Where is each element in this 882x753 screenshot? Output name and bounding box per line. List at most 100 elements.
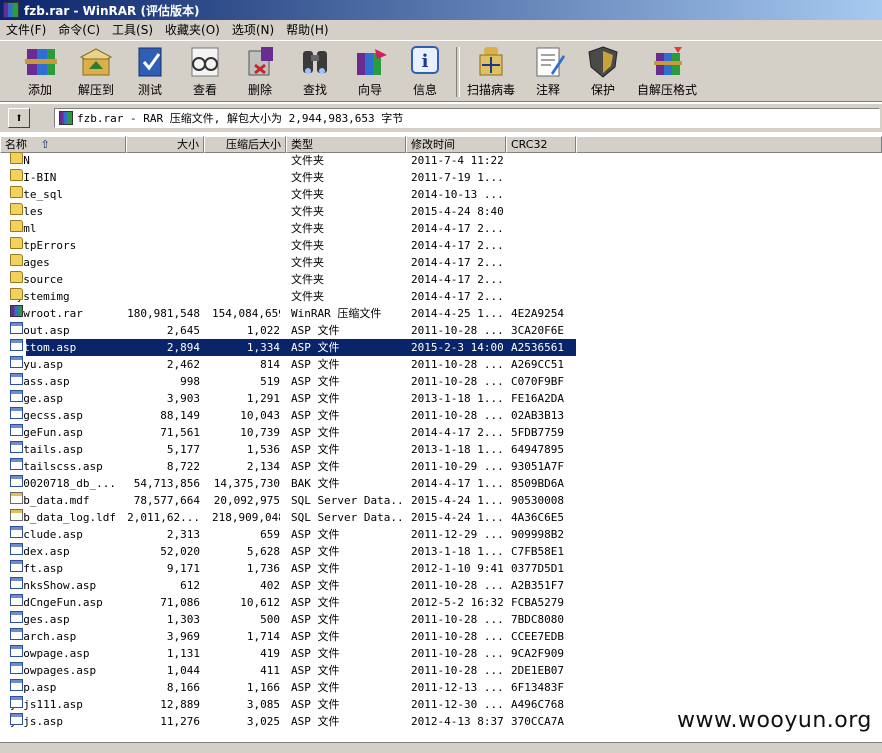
file-modified: 2011-10-28 ... bbox=[411, 613, 504, 626]
rar-file-icon bbox=[10, 305, 23, 317]
file-row[interactable]: about.asp 2,645 1,022 ASP 文件 2011-10-28 ... 3… bbox=[0, 322, 882, 339]
file-modified: 2014-4-17 2... bbox=[411, 239, 504, 252]
file-row[interactable]: Showpages.asp 1,044 411 ASP 文件 2011-10-28 ..… bbox=[0, 662, 882, 679]
file-row[interactable]: top.asp 8,166 1,166 ASP 文件 2011-12-13 ... 6F1… bbox=[0, 679, 882, 696]
file-row[interactable]: Files 文件夹 2015-4-24 8:40 bbox=[0, 203, 882, 220]
file-row[interactable]: ds0020718_db_... 54,713,856 14,375,730 BAK … bbox=[0, 475, 882, 492]
file-name: Detailscss.asp bbox=[10, 460, 103, 473]
file-row[interactable]: images 文件夹 2014-4-17 2... bbox=[0, 254, 882, 271]
file-row[interactable]: bottom.asp 2,894 1,334 ASP 文件 2015-2-3 14:00… bbox=[0, 339, 882, 356]
file-row[interactable]: index.asp 52,020 5,628 ASP 文件 2013-1-18 1...… bbox=[0, 543, 882, 560]
delete-button[interactable]: 删除 bbox=[232, 45, 288, 101]
sfx-button[interactable]: 自解压格式 bbox=[632, 45, 702, 101]
file-type: 文件夹 bbox=[291, 171, 324, 184]
menu-commands[interactable]: 命令(C) bbox=[52, 20, 106, 40]
file-row[interactable]: boyu.asp 2,462 814 ASP 文件 2011-10-28 ... A269… bbox=[0, 356, 882, 373]
test-button[interactable]: 测试 bbox=[122, 45, 178, 101]
file-size: 3,969 bbox=[166, 630, 200, 643]
info-button[interactable]: i 信息 bbox=[397, 45, 453, 101]
up-folder-button[interactable]: ⬆ bbox=[8, 108, 30, 128]
file-list-header: 名称 ⇧ 大小 压缩后大小 类型 修改时间 CRC32 bbox=[0, 136, 882, 153]
file-type: ASP 文件 bbox=[291, 579, 340, 592]
file-row[interactable]: linksShow.asp 612 402 ASP 文件 2011-10-28 ... A… bbox=[0, 577, 882, 594]
file-modified: 2014-4-25 1... bbox=[411, 307, 504, 320]
title-bar[interactable]: fzb.rar - WinRAR (评估版本) bbox=[0, 0, 882, 20]
file-row[interactable]: Detailscss.asp 8,722 2,134 ASP 文件 2011-10-29… bbox=[0, 458, 882, 475]
file-row[interactable]: oldCngeFun.asp 71,086 10,612 ASP 文件 2012-5-2… bbox=[0, 594, 882, 611]
file-row[interactable]: CngeFun.asp 71,561 10,739 ASP 文件 2014-4-17 2… bbox=[0, 424, 882, 441]
menu-favorites[interactable]: 收藏夹(O) bbox=[159, 20, 226, 40]
info-icon: i bbox=[406, 45, 444, 79]
extract-to-button[interactable]: 解压到 bbox=[68, 45, 124, 101]
menu-file[interactable]: 文件(F) bbox=[0, 20, 52, 40]
file-row[interactable]: include.asp 2,313 659 ASP 文件 2011-12-29 ... 9… bbox=[0, 526, 882, 543]
folder-icon bbox=[10, 169, 23, 181]
file-crc32: 2DE1EB07 bbox=[511, 664, 564, 677]
file-row[interactable]: wwwroot.rar 180,981,548 154,084,659 WinRAR … bbox=[0, 305, 882, 322]
file-packed-size: 1,736 bbox=[246, 562, 280, 575]
file-row[interactable]: date_sql 文件夹 2014-10-13 ... bbox=[0, 186, 882, 203]
protect-button[interactable]: 保护 bbox=[575, 45, 631, 101]
file-type: ASP 文件 bbox=[291, 613, 340, 626]
file-modified: 2013-1-18 1... bbox=[411, 443, 504, 456]
file-row[interactable]: html 文件夹 2014-4-17 2... bbox=[0, 220, 882, 237]
file-packed-size: 3,085 bbox=[246, 698, 280, 711]
file-type: ASP 文件 bbox=[291, 528, 340, 541]
virus-scan-button[interactable]: 扫描病毒 bbox=[462, 45, 520, 101]
file-row[interactable]: left.asp 9,171 1,736 ASP 文件 2012-1-10 9:41 03… bbox=[0, 560, 882, 577]
file-type: ASP 文件 bbox=[291, 681, 340, 694]
find-button[interactable]: 查找 bbox=[287, 45, 343, 101]
column-header-modified[interactable]: 修改时间 bbox=[406, 136, 506, 153]
wizard-button[interactable]: 向导 bbox=[342, 45, 398, 101]
comment-button[interactable]: 注释 bbox=[520, 45, 576, 101]
menu-tools[interactable]: 工具(S) bbox=[106, 20, 159, 40]
file-name-cell: details.asp bbox=[10, 441, 124, 458]
file-packed-size: 1,166 bbox=[246, 681, 280, 694]
file-row[interactable]: fzb_data_log.ldf 2,011,62... 218,909,048 SQ… bbox=[0, 509, 882, 526]
asp-file-icon bbox=[10, 373, 23, 385]
file-row[interactable]: cngecss.asp 88,149 10,043 ASP 文件 2011-10-28 … bbox=[0, 407, 882, 424]
file-row[interactable]: Pages.asp 1,303 500 ASP 文件 2011-10-28 ... 7BD… bbox=[0, 611, 882, 628]
menu-help[interactable]: 帮助(H) bbox=[280, 20, 334, 40]
file-name-cell: index.asp bbox=[10, 543, 124, 560]
test-icon bbox=[131, 45, 169, 79]
column-header-packed[interactable]: 压缩后大小 bbox=[204, 136, 286, 153]
view-icon bbox=[186, 45, 224, 79]
file-row[interactable]: CGI-BIN 文件夹 2011-7-19 1... bbox=[0, 169, 882, 186]
file-row[interactable]: details.asp 5,177 1,536 ASP 文件 2013-1-18 1..… bbox=[0, 441, 882, 458]
column-header-name[interactable]: 名称 ⇧ bbox=[0, 136, 126, 153]
folder-icon bbox=[10, 203, 23, 215]
file-row[interactable]: fzb_data.mdf 78,577,664 20,092,975 SQL Serv… bbox=[0, 492, 882, 509]
menu-options[interactable]: 选项(N) bbox=[226, 20, 280, 40]
archive-path-field[interactable]: fzb.rar - RAR 压缩文件, 解包大小为 2,944,983,653 … bbox=[54, 108, 880, 128]
add-button[interactable]: 添加 bbox=[12, 45, 68, 101]
file-row[interactable]: resource 文件夹 2014-4-17 2... bbox=[0, 271, 882, 288]
sort-ascending-icon: ⇧ bbox=[40, 138, 50, 151]
file-row[interactable]: Showpage.asp 1,131 419 ASP 文件 2011-10-28 ...… bbox=[0, 645, 882, 662]
folder-icon bbox=[10, 152, 23, 164]
file-row[interactable]: HttpErrors 文件夹 2014-4-17 2... bbox=[0, 237, 882, 254]
file-size: 1,131 bbox=[166, 647, 200, 660]
file-row[interactable]: BIN 文件夹 2011-7-4 11:22 bbox=[0, 152, 882, 169]
file-row[interactable]: Search.asp 3,969 1,714 ASP 文件 2011-10-28 ...… bbox=[0, 628, 882, 645]
sfx-icon bbox=[648, 45, 686, 79]
column-header-size[interactable]: 大小 bbox=[126, 136, 204, 153]
file-modified: 2011-7-19 1... bbox=[411, 171, 504, 184]
file-list[interactable]: 名称 ⇧ 大小 压缩后大小 类型 修改时间 CRC32 BIN 文件夹 2011-7… bbox=[0, 134, 882, 742]
file-packed-size: 218,909,048 bbox=[212, 511, 280, 524]
file-modified: 2012-4-13 8:37 bbox=[411, 715, 504, 728]
column-header-type[interactable]: 类型 bbox=[286, 136, 406, 153]
view-button[interactable]: 查看 bbox=[177, 45, 233, 101]
file-modified: 2014-4-17 1... bbox=[411, 477, 504, 490]
column-header-crc32[interactable]: CRC32 bbox=[506, 136, 576, 153]
asp-file-icon bbox=[10, 679, 23, 691]
file-row[interactable]: Cnge.asp 3,903 1,291 ASP 文件 2013-1-18 1... FE… bbox=[0, 390, 882, 407]
file-type: ASP 文件 bbox=[291, 630, 340, 643]
file-row[interactable]: systemimg 文件夹 2014-4-17 2... bbox=[0, 288, 882, 305]
file-modified: 2014-4-17 2... bbox=[411, 256, 504, 269]
window-title: fzb.rar - WinRAR (评估版本) bbox=[24, 3, 200, 18]
file-name-cell: systemimg bbox=[10, 288, 124, 305]
file-size: 2,462 bbox=[166, 358, 200, 371]
file-row[interactable]: class.asp 998 519 ASP 文件 2011-10-28 ... C070F… bbox=[0, 373, 882, 390]
add-archive-icon bbox=[21, 45, 59, 79]
